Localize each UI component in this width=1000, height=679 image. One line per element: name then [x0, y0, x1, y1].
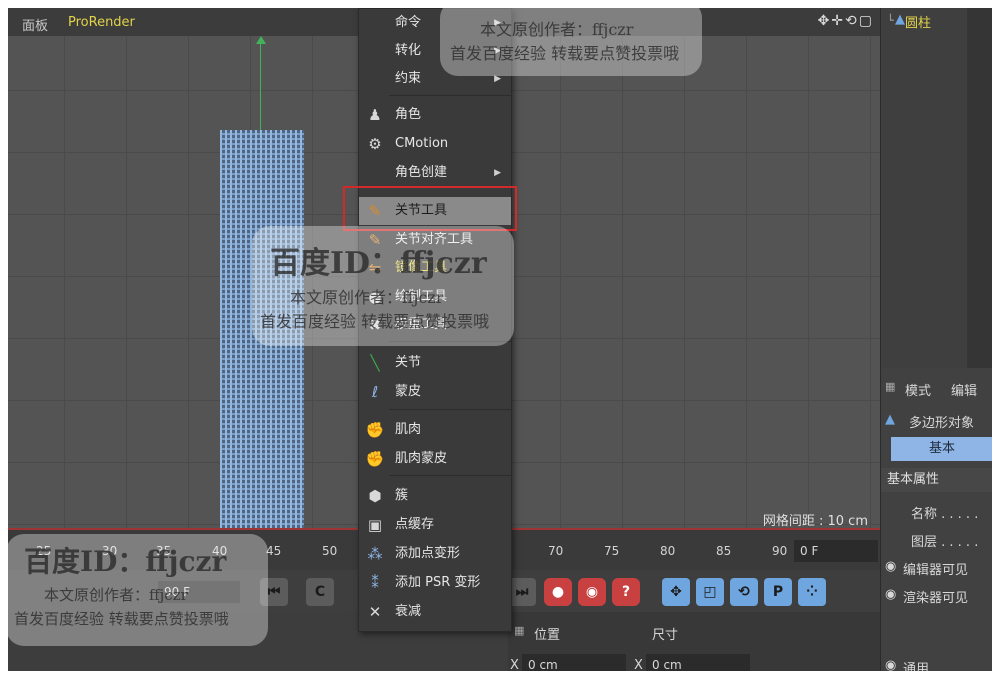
skin-icon: ℓ [371, 383, 379, 401]
use-color-radio-icon[interactable]: ◉ [885, 658, 896, 671]
y-axis-line [260, 42, 261, 138]
menu-separator [389, 475, 511, 476]
menu-item-character-builder[interactable]: 角色创建 ▶ [359, 159, 511, 187]
step-back-button[interactable]: C [306, 578, 334, 606]
use-color-label: 通用 [903, 662, 930, 671]
falloff-icon: ✕ [368, 603, 382, 621]
move-key-icon[interactable]: ✥ [662, 578, 690, 606]
watermark-baidu-id: 百度ID：ffjczr [24, 545, 227, 578]
right-panel: └ ▲ 圆柱 ▦ 模式 编辑 ▲ 多边形对象 基本 基本属性 名称 . . . … [880, 8, 992, 671]
polygon-object-icon: ▲ [885, 412, 895, 427]
menu-separator [389, 409, 511, 410]
watermark-repost: 首发百度经验 转载要点赞投票哦 [450, 44, 680, 63]
param-key-icon[interactable]: P [764, 578, 792, 606]
menu-item-add-psr-morph[interactable]: ⁑ 添加 PSR 变形 [359, 569, 511, 597]
menu-item-skin[interactable]: ℓ 蒙皮 [359, 378, 511, 406]
record-keys-button[interactable]: ● [544, 578, 572, 606]
submenu-arrow-icon: ▶ [494, 168, 501, 178]
x-label: X [510, 658, 519, 671]
render-visible-radio-icon[interactable]: ◉ [885, 587, 896, 602]
muscle-skin-icon: ✊ [365, 450, 385, 468]
timeline-tick: 75 [604, 544, 620, 558]
menu-prorender[interactable]: ProRender [68, 15, 135, 30]
tab-basic[interactable]: 基本 [891, 437, 992, 461]
object-manager[interactable]: └ ▲ 圆柱 [881, 8, 992, 368]
viewport-nav-icons[interactable]: ✥✛⟲▢ [818, 13, 874, 29]
current-frame-field[interactable]: 0 F [794, 540, 878, 562]
menu-item-character[interactable]: ♟ 角色 [359, 101, 511, 129]
menu-item-muscle[interactable]: ✊ 肌肉 [359, 416, 511, 444]
layer-label: 图层 . . . . . [911, 535, 979, 550]
watermark-repost: 首发百度经验 转载要点赞投票哦 [14, 610, 229, 628]
attr-tab-edit[interactable]: 编辑 [951, 380, 977, 399]
keyframe-selection-button[interactable]: ? [612, 578, 640, 606]
position-x-field[interactable]: 0 cm [522, 654, 626, 671]
timeline-tick: 85 [716, 544, 732, 558]
watermark-repost: 首发百度经验 转载要点赞投票哦 [260, 312, 490, 331]
character-icon: ♟ [368, 106, 382, 124]
pose-morph-icon: ⁂ [367, 545, 383, 563]
basic-properties-header: 基本属性 [881, 468, 992, 492]
render-visible-label: 渲染器可见 [903, 591, 969, 606]
timeline-tick: 45 [266, 544, 282, 558]
cmotion-icon: ⚙ [368, 135, 382, 153]
timeline-tick: 90 [772, 544, 788, 558]
timeline-tick: 50 [322, 544, 338, 558]
grid-spacing-label: 网格间距 : 10 cm [762, 514, 868, 529]
go-to-end-button[interactable]: ⏭ [508, 578, 536, 606]
object-manager-scrollbar[interactable] [967, 8, 992, 368]
tree-branch-icon: └ [887, 14, 894, 27]
menu-item-add-pose-morph[interactable]: ⁂ 添加点变形 [359, 540, 511, 568]
y-axis-arrow-icon [256, 36, 266, 44]
x-label: X [634, 658, 643, 671]
joint-icon: ╲ [370, 354, 380, 372]
attr-grip-icon: ▦ [885, 380, 896, 393]
point-cache-icon: ▣ [367, 516, 383, 534]
scale-key-icon[interactable]: ◰ [696, 578, 724, 606]
object-type-label: 多边形对象 [909, 416, 975, 431]
point-level-icon[interactable]: ⁘ [798, 578, 826, 606]
polygon-object-icon: ▲ [895, 12, 905, 27]
menu-item-muscle-skin[interactable]: ✊ 肌肉蒙皮 [359, 445, 511, 473]
rotate-key-icon[interactable]: ⟲ [730, 578, 758, 606]
timeline-tick: 70 [548, 544, 564, 558]
object-cylinder[interactable]: 圆柱 [905, 12, 931, 31]
menu-item-falloff[interactable]: ✕ 衰减 [359, 598, 511, 626]
muscle-icon: ✊ [365, 421, 385, 439]
size-header: 尺寸 [652, 628, 679, 643]
editor-visible-radio-icon[interactable]: ◉ [885, 559, 896, 574]
timeline-tick: 80 [660, 544, 676, 558]
menu-item-point-cache[interactable]: ▣ 点缓存 [359, 511, 511, 539]
position-header: 位置 [534, 628, 561, 643]
name-label: 名称 . . . . . [911, 507, 979, 522]
watermark-author: 本文原创作者：ffjczr [480, 20, 634, 39]
coord-grip-icon: ▦ [514, 624, 525, 637]
menu-item-cluster[interactable]: ⬢ 簇 [359, 482, 511, 510]
watermark-author: 本文原创作者：ffjczr [290, 288, 444, 307]
attr-tab-mode[interactable]: 模式 [905, 380, 931, 399]
watermark-baidu-id: 百度ID：ffjczr [270, 246, 487, 281]
menu-item-joint[interactable]: ╲ 关节 [359, 349, 511, 377]
editor-visible-label: 编辑器可见 [903, 563, 969, 578]
cluster-icon: ⬢ [368, 487, 382, 505]
menu-item-cmotion[interactable]: ⚙ CMotion [359, 130, 511, 158]
menu-separator [389, 95, 511, 96]
watermark-author: 本文原创作者：ffjczr [44, 586, 188, 604]
size-x-field[interactable]: 0 cm [646, 654, 750, 671]
psr-morph-icon: ⁑ [371, 574, 379, 592]
menu-panel[interactable]: 面板 [22, 15, 48, 34]
highlight-box [343, 186, 517, 231]
autokey-button[interactable]: ◉ [578, 578, 606, 606]
coordinate-manager: ▦ 位置 尺寸 X 0 cm X 0 cm [508, 612, 880, 671]
